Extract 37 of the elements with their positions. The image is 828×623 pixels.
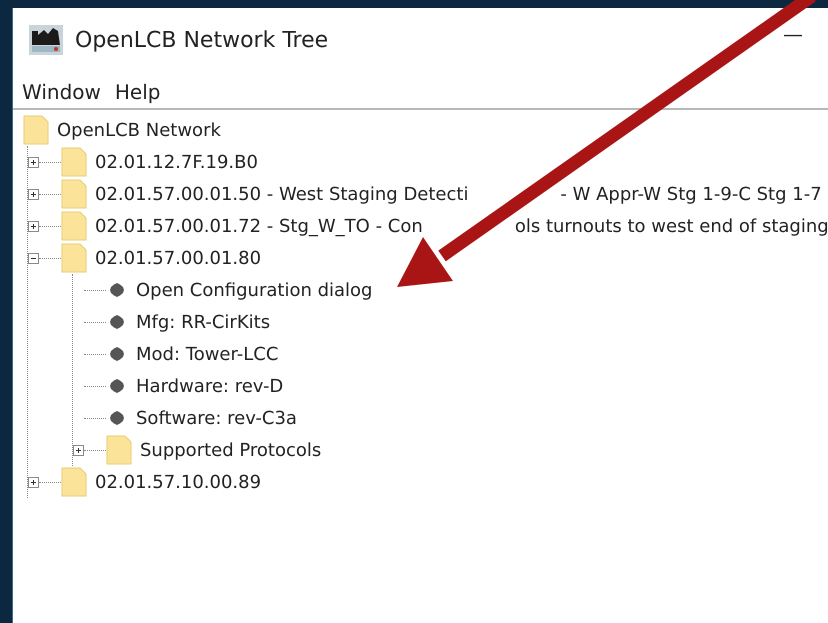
folder-icon: [61, 179, 87, 209]
folder-icon: [61, 211, 87, 241]
tree-item[interactable]: Open Configuration dialog: [136, 280, 372, 300]
tree-item[interactable]: Hardware: rev-D: [136, 376, 284, 396]
expand-toggle[interactable]: [28, 220, 39, 232]
window-title: OpenLCB Network Tree: [75, 28, 328, 52]
tree-item[interactable]: Mod: Tower-LCC: [136, 344, 278, 364]
minimize-button[interactable]: —: [783, 22, 803, 46]
bullet-icon: [110, 379, 124, 393]
tree-item[interactable]: 02.01.57.00.01.72 - Stg_W_TO - Con: [95, 216, 423, 236]
app-icon: [29, 25, 63, 55]
tree-item[interactable]: 02.01.57.00.01.50 - West Staging Detecti: [95, 184, 468, 204]
folder-icon: [61, 467, 87, 497]
tree-item[interactable]: 02.01.57.00.01.80: [95, 248, 262, 268]
expand-toggle[interactable]: [28, 156, 39, 168]
bullet-icon: [110, 411, 124, 425]
tree-item[interactable]: 02.01.57.10.00.89: [95, 472, 262, 492]
collapse-toggle[interactable]: [28, 252, 39, 264]
expand-toggle[interactable]: [28, 188, 39, 200]
tree-item[interactable]: 02.01.12.7F.19.B0: [95, 152, 258, 172]
tree-item[interactable]: Supported Protocols: [140, 440, 322, 460]
folder-icon: [61, 243, 87, 273]
menu-item[interactable]: Window: [22, 80, 101, 104]
bullet-icon: [110, 283, 124, 297]
expand-toggle[interactable]: [73, 444, 84, 456]
folder-icon: [61, 147, 87, 177]
tree-item[interactable]: ols turnouts to west end of staging: [514, 216, 828, 236]
tree-item[interactable]: Mfg: RR-CirKits: [136, 312, 270, 332]
bullet-icon: [110, 315, 124, 329]
menu-item[interactable]: Help: [114, 80, 160, 104]
folder-icon: [106, 435, 132, 465]
tree-item[interactable]: - W Appr-W Stg 1-9-C Stg 1-7: [560, 184, 822, 204]
tree-item[interactable]: Software: rev-C3a: [136, 408, 297, 428]
folder-icon: [23, 115, 49, 145]
bullet-icon: [110, 347, 124, 361]
tree-item[interactable]: OpenLCB Network: [57, 120, 221, 140]
expand-toggle[interactable]: [28, 476, 39, 488]
